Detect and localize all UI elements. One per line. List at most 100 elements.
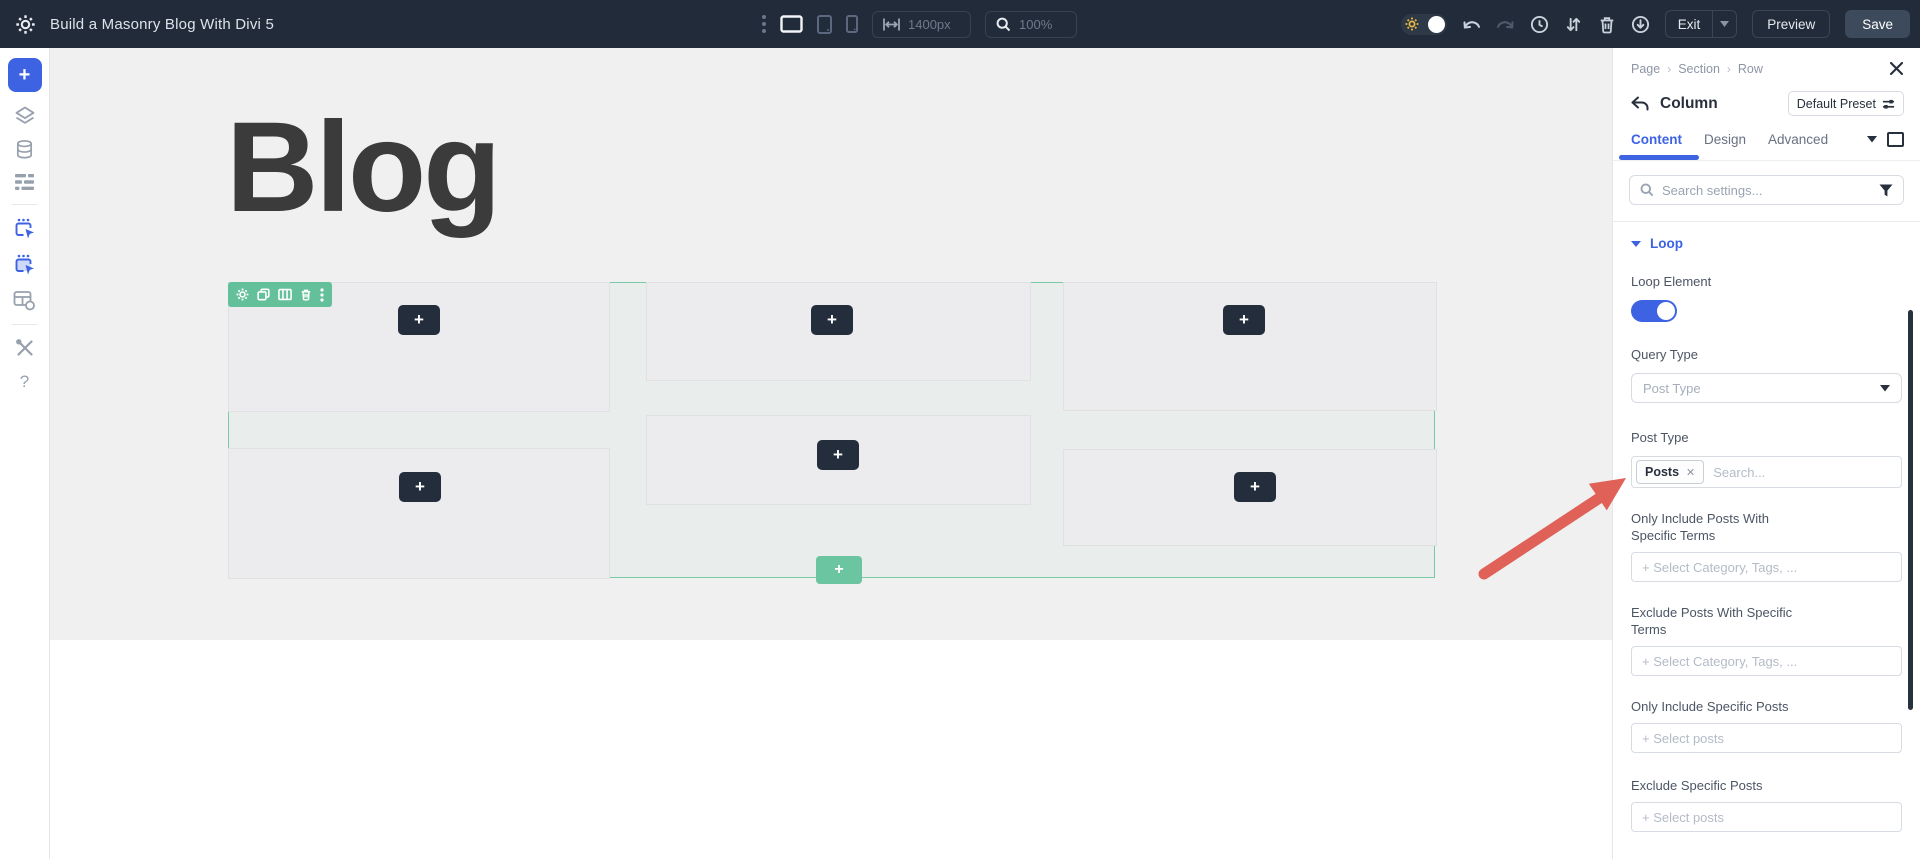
preview-toggle-square-icon[interactable] (1887, 132, 1904, 147)
add-module-button[interactable]: + (817, 440, 859, 470)
builder-settings-gear-icon[interactable] (0, 14, 50, 35)
desktop-view-icon[interactable] (780, 15, 803, 33)
active-tab-underline (1619, 155, 1699, 160)
loop-section-header[interactable]: Loop (1631, 236, 1902, 251)
exit-caret-icon[interactable] (1713, 21, 1736, 27)
topbar-viewport-controls (762, 0, 1077, 48)
topbar-actions: Exit Preview Save (1401, 0, 1910, 48)
add-element-button[interactable]: + (8, 58, 42, 92)
history-clock-icon[interactable] (1530, 15, 1549, 34)
post-type-chip: Posts ✕ (1636, 460, 1704, 484)
breadcrumb-separator: › (1727, 62, 1731, 76)
default-preset-button[interactable]: Default Preset (1788, 91, 1904, 116)
width-arrows-icon (883, 18, 900, 31)
masonry-box[interactable] (228, 448, 610, 579)
rail-divider (12, 204, 38, 205)
breadcrumb-separator: › (1667, 62, 1671, 76)
breadcrumb-section[interactable]: Section (1678, 62, 1720, 76)
row-columns-icon[interactable] (278, 288, 292, 301)
exclude-terms-input[interactable] (1642, 654, 1891, 669)
layers-icon[interactable] (14, 105, 36, 126)
tab-content[interactable]: Content (1631, 132, 1682, 147)
canvas-zoom-input[interactable] (1019, 17, 1059, 32)
zoom-magnifier-icon (996, 17, 1011, 32)
toggle-knob (1657, 302, 1675, 320)
select-caret-icon (1880, 385, 1890, 392)
tab-design[interactable]: Design (1704, 132, 1746, 147)
exclude-posts-input[interactable] (1642, 810, 1891, 825)
save-button[interactable]: Save (1845, 10, 1910, 38)
query-type-value: Post Type (1643, 381, 1701, 396)
add-row-button[interactable]: + (816, 556, 862, 584)
panel-tabs: Content Design Advanced (1631, 132, 1904, 147)
select-multiple-icon[interactable] (14, 254, 36, 277)
include-posts-input-wrap (1631, 723, 1902, 753)
loop-element-toggle[interactable] (1631, 300, 1677, 322)
post-type-input[interactable]: Posts ✕ (1631, 456, 1902, 488)
blog-heading[interactable]: Blog (226, 88, 498, 248)
exclude-terms-input-wrap (1631, 646, 1902, 676)
post-type-search-input[interactable] (1713, 465, 1897, 480)
settings-search-input[interactable] (1662, 183, 1871, 198)
portability-download-icon[interactable] (1631, 15, 1650, 34)
canvas-width-input[interactable] (908, 17, 960, 32)
add-module-button[interactable]: + (1223, 305, 1265, 335)
trash-icon[interactable] (1598, 15, 1616, 34)
panel-scrollbar-thumb[interactable] (1908, 310, 1913, 710)
phone-view-icon[interactable] (846, 15, 858, 33)
include-posts-label: Only Include Specific Posts (1631, 698, 1902, 715)
canvas-zoom-field (985, 11, 1077, 38)
row-settings-gear-icon[interactable] (236, 288, 249, 301)
filter-funnel-icon[interactable] (1879, 184, 1893, 197)
query-type-select[interactable]: Post Type (1631, 373, 1902, 403)
add-module-button[interactable]: + (398, 305, 440, 335)
loop-section: Loop Loop Element Query Type Post Type P… (1613, 236, 1920, 832)
builder-canvas: Blog + + + + + + + (50, 48, 1612, 859)
breadcrumb-page[interactable]: Page (1631, 62, 1660, 76)
include-posts-input[interactable] (1642, 731, 1891, 746)
chip-remove-icon[interactable]: ✕ (1686, 466, 1695, 479)
preset-sliders-icon (1882, 98, 1895, 110)
row-action-toolbar (228, 282, 332, 307)
tabs-caret-down-icon[interactable] (1867, 136, 1877, 143)
row-more-kebab-icon[interactable] (320, 288, 324, 302)
panel-divider (1613, 221, 1920, 222)
rail-divider (12, 324, 38, 325)
preview-button[interactable]: Preview (1752, 10, 1830, 38)
add-module-button[interactable]: + (811, 305, 853, 335)
breadcrumb-row[interactable]: Row (1738, 62, 1763, 76)
undo-icon[interactable] (1462, 16, 1481, 33)
light-dark-mode-toggle[interactable] (1401, 14, 1447, 35)
search-icon (1640, 183, 1654, 197)
select-module-icon[interactable] (14, 218, 36, 241)
tablet-view-icon[interactable] (817, 15, 832, 34)
tabs-divider (1613, 155, 1920, 161)
close-panel-icon[interactable] (1889, 61, 1904, 76)
tools-icon[interactable] (15, 338, 35, 358)
viewport-switcher (780, 15, 858, 34)
tab-advanced[interactable]: Advanced (1768, 132, 1828, 147)
database-icon[interactable] (14, 139, 35, 160)
sort-arrows-icon[interactable] (1564, 15, 1583, 34)
section-caret-down-icon (1631, 241, 1641, 247)
exit-button[interactable]: Exit (1665, 10, 1738, 38)
help-icon[interactable]: ? (20, 372, 29, 392)
include-terms-label: Only Include Posts With Specific Terms (1631, 510, 1801, 544)
settings-search (1629, 175, 1904, 205)
breadcrumb: Page › Section › Row (1613, 48, 1920, 76)
panel-header: Column Default Preset (1631, 91, 1904, 116)
row-duplicate-icon[interactable] (257, 288, 270, 301)
exit-label: Exit (1666, 17, 1713, 32)
add-module-button[interactable]: + (1234, 472, 1276, 502)
include-terms-input[interactable] (1642, 560, 1891, 575)
back-arrow-icon[interactable] (1631, 96, 1649, 111)
settings-panel: Page › Section › Row Column Default Pres… (1612, 48, 1920, 859)
wireframe-rows-icon[interactable] (14, 173, 35, 191)
add-module-button[interactable]: + (399, 472, 441, 502)
more-options-kebab-icon[interactable] (762, 15, 766, 33)
row-trash-icon[interactable] (300, 288, 312, 301)
masonry-box[interactable] (1063, 282, 1437, 411)
redo-icon[interactable] (1496, 16, 1515, 33)
module-library-icon[interactable] (13, 290, 36, 311)
top-bar: Build a Masonry Blog With Divi 5 (0, 0, 1920, 48)
